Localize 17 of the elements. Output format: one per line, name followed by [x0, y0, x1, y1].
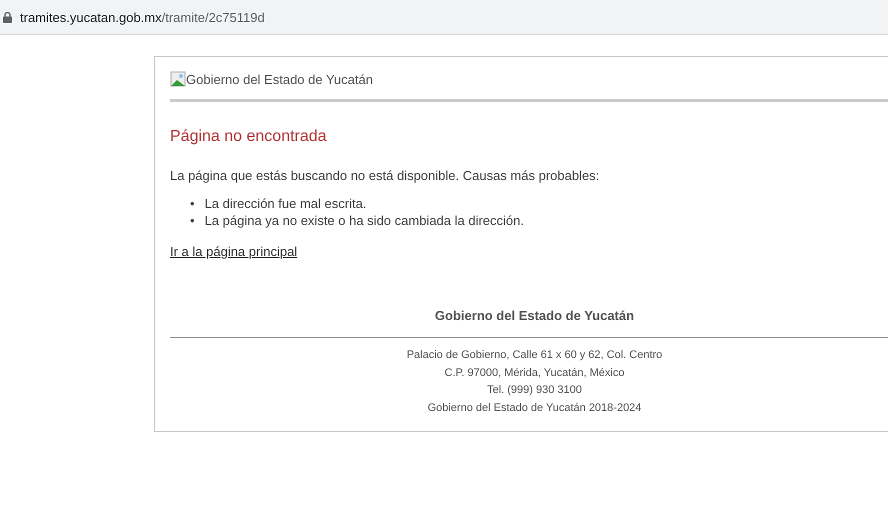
cause-item: La dirección fue mal escrita. [204, 195, 366, 212]
error-message: La página que estás buscando no está disponible. Causas más probables: [170, 168, 600, 183]
footer-line: Gobierno del Estado de Yucatán 2018-2024 [428, 400, 642, 416]
bullet: • [190, 212, 195, 229]
bullet: • [190, 195, 195, 212]
lock-icon [3, 12, 12, 22]
footer-title: Gobierno del Estado de Yucatán [170, 308, 888, 338]
home-link[interactable]: Ir a la página principal [170, 244, 298, 259]
footer-line: C.P. 97000, Mérida, Yucatán, México [444, 366, 624, 380]
address-bar[interactable]: tramites.yucatan.gob.mx/tramite/2c75119d [0, 0, 888, 35]
logo-alt-text: Gobierno del Estado de Yucatán [186, 72, 373, 86]
cause-item: La página ya no existe o ha sido cambiada la dirección. [204, 212, 524, 229]
broken-image-icon [170, 71, 186, 87]
footer-line: Palacio de Gobierno, Calle 61 x 60 y 62, Col. Centro [406, 348, 662, 363]
footer-line: Tel. (999) 930 3100 [487, 383, 582, 398]
url-text: tramites.yucatan.gob.mx/tramite/2c75119d [20, 10, 265, 24]
page-title: Página no encontrada [170, 128, 328, 146]
